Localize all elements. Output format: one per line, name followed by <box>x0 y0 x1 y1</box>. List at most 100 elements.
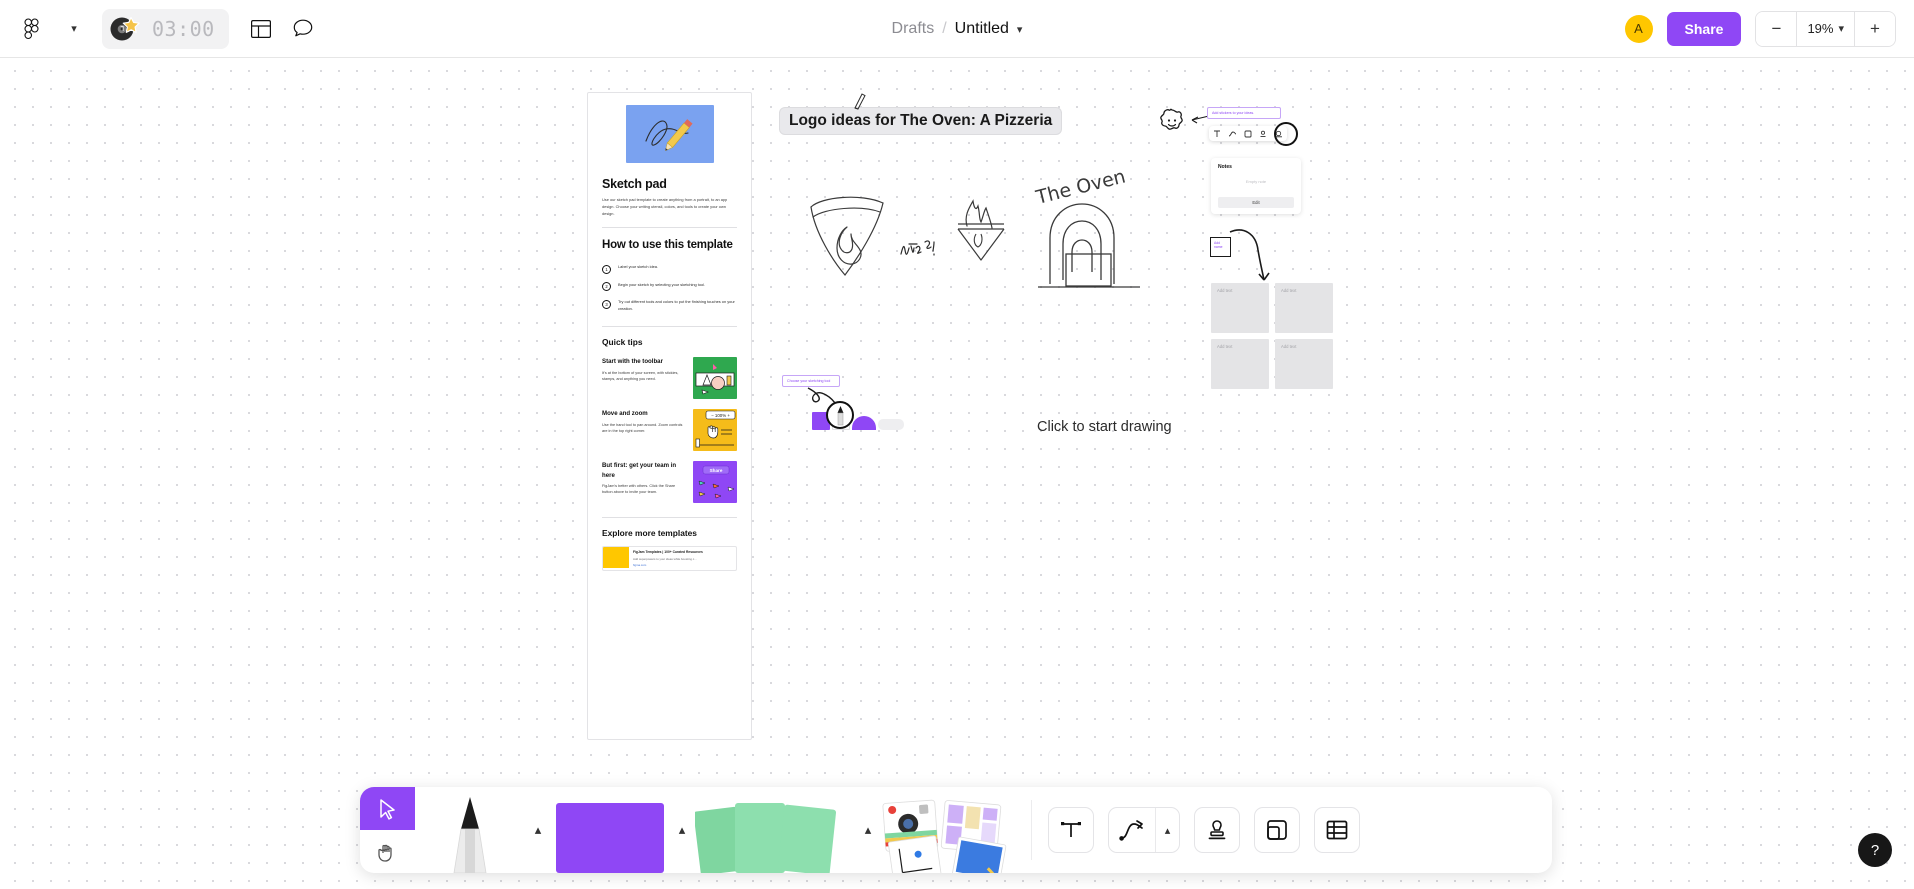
table-icon[interactable] <box>1314 807 1360 853</box>
notes-widget-empty-state: Empty note <box>1245 179 1267 184</box>
tip-title: But first: get your team in here <box>602 462 677 479</box>
music-timer-pill[interactable]: 03:00 <box>102 8 229 49</box>
connector-options-chevron-up-icon[interactable]: ▴ <box>1155 808 1179 852</box>
stickers-photos-icon[interactable] <box>881 787 1021 873</box>
notes-widget[interactable]: Notes Empty note Edit <box>1211 158 1301 214</box>
zoom-level-value: 19% <box>1807 21 1834 36</box>
divider <box>602 326 737 328</box>
sketchpad-template-card[interactable]: Sketch pad Use our sketch pad template t… <box>587 92 752 740</box>
sticky-options-chevron-up-icon[interactable]: ▴ <box>669 787 695 873</box>
mini-connector-icon[interactable] <box>1228 125 1237 143</box>
figma-logo-icon[interactable] <box>12 9 52 49</box>
breadcrumb-chevron-down-icon[interactable]: ▾ <box>1017 23 1023 36</box>
sketchpad-hero-image <box>625 105 714 163</box>
list-item: 3 Try out different tools and colors to … <box>602 299 737 312</box>
zoom-controls: − 19% ▾ + <box>1755 10 1896 47</box>
link-thumbnail <box>603 547 629 569</box>
zoom-level-dropdown[interactable]: 19% ▾ <box>1796 11 1855 46</box>
sticky-note-icon[interactable] <box>551 787 669 873</box>
list-item: 2 Begin your sketch by selecting your sk… <box>602 282 737 292</box>
link-url[interactable]: figma.com <box>633 563 732 567</box>
tip-title: Start with the toolbar <box>602 358 663 366</box>
widget-icon[interactable] <box>1254 807 1300 853</box>
step-text: Begin your sketch by selecting your sket… <box>618 281 706 287</box>
zoom-in-button[interactable]: + <box>1855 11 1895 46</box>
notes-edit-button[interactable]: Edit <box>1218 197 1294 208</box>
pen-cursor-icon <box>854 93 866 110</box>
tip-description: FigJam's better with others. Click the S… <box>602 483 676 495</box>
toolbar-divider <box>1031 800 1032 860</box>
mini-text-icon[interactable] <box>1213 125 1221 143</box>
sketch-flame-triangle <box>957 199 1005 261</box>
svg-text:− 100% +: − 100% + <box>711 413 730 418</box>
zoom-out-button[interactable]: − <box>1756 11 1797 46</box>
shapes-icon[interactable] <box>695 787 855 873</box>
breadcrumb-separator: / <box>942 20 947 37</box>
tip-description: Use the hand tool to pan around. Zoom co… <box>602 422 683 434</box>
list-item: But first: get your team in here FigJam'… <box>602 461 737 504</box>
grid-card[interactable]: Add text <box>1275 339 1333 389</box>
notes-widget-title: Notes <box>1218 164 1232 170</box>
list-item: Start with the toolbar It's at the botto… <box>602 357 737 400</box>
layout-panel-icon[interactable] <box>241 9 281 49</box>
hand-pan-icon[interactable] <box>360 830 415 873</box>
mini-shape-icon[interactable] <box>1244 125 1252 143</box>
tip-thumbnail-toolbar <box>693 357 737 400</box>
link-description: Add superpowers to your ideas while boos… <box>633 556 697 561</box>
timer-value: 03:00 <box>152 16 215 41</box>
mini-stamp-icon[interactable] <box>1259 125 1267 143</box>
sketchpad-title: Sketch pad <box>602 177 667 191</box>
topbar-left-group: ▾ 03:00 <box>0 8 323 49</box>
sketch-pizza-slice <box>810 196 884 276</box>
step-number: 1 <box>602 264 611 274</box>
purple-dome-sticker[interactable] <box>852 416 876 430</box>
gray-pill-sticker[interactable] <box>878 419 904 430</box>
step-number: 3 <box>602 299 611 309</box>
music-star-icon <box>108 14 146 44</box>
menu-chevron-down-icon[interactable]: ▾ <box>54 9 94 49</box>
list-item: Move and zoom Use the hand tool to pan a… <box>602 409 737 452</box>
annotation-add-stickers: Add stickers to your ideas. <box>1207 107 1281 119</box>
connector-tool-group: ▴ <box>1108 807 1180 853</box>
cursor-tool-group <box>360 787 415 873</box>
top-toolbar: ▾ 03:00 Drafts / Untitled ▾ A Share − 19… <box>0 0 1914 58</box>
curved-arrow-icon <box>1229 229 1270 281</box>
divider <box>602 227 737 229</box>
svg-text:Share: Share <box>710 468 723 473</box>
board-title-text[interactable]: Logo ideas for The Oven: A Pizzeria <box>780 108 1062 134</box>
step-text: Label your sketch idea. <box>618 264 659 270</box>
zoom-chevron-down-icon: ▾ <box>1838 23 1844 35</box>
share-button[interactable]: Share <box>1666 11 1742 46</box>
tip-title: Move and zoom <box>602 410 648 418</box>
step-number: 2 <box>602 282 611 292</box>
tip-thumbnail-share: Share <box>693 461 737 504</box>
shapes-options-chevron-up-icon[interactable]: ▴ <box>855 787 881 873</box>
stamp-icon[interactable] <box>1194 807 1240 853</box>
breadcrumb-drafts[interactable]: Drafts <box>892 20 935 38</box>
grid-card[interactable]: Add text <box>1275 283 1333 333</box>
page-title[interactable]: Untitled <box>955 20 1009 38</box>
grid-card[interactable]: Add text <box>1211 283 1269 333</box>
pen-options-chevron-up-icon[interactable]: ▴ <box>525 787 551 873</box>
flower-sticker-icon[interactable] <box>1158 108 1186 136</box>
bottom-toolbar: ▴ ▴ ▴ ▴ <box>360 787 1552 873</box>
connector-arrow-icon[interactable] <box>1109 808 1155 852</box>
text-tool-icon[interactable] <box>1048 807 1094 853</box>
highlighted-pen-icon <box>837 406 844 426</box>
sketchpad-intro: Use our sketch pad template to create an… <box>602 197 728 216</box>
help-button[interactable]: ? <box>1858 833 1892 867</box>
cursor-arrow-icon[interactable] <box>360 787 415 830</box>
card-grid: Add text Add text Add text Add text <box>1211 283 1333 389</box>
figjam-window: ▾ 03:00 Drafts / Untitled ▾ A Share − 19… <box>0 0 1914 889</box>
canvas-hint-text: Click to start drawing <box>1037 419 1172 435</box>
sketchpad-steps: 1 Label your sketch idea. 2 Begin your s… <box>602 264 737 312</box>
template-link-card[interactable]: FigJam Templates | 100+ Curated Resource… <box>602 546 737 571</box>
avatar[interactable]: A <box>1624 14 1653 43</box>
explore-templates-title: Explore more templates <box>602 528 697 539</box>
comment-bubble-icon[interactable] <box>283 9 323 49</box>
link-title: FigJam Templates | 100+ Curated Resource… <box>633 550 703 555</box>
tip-description: It's at the bottom of your screen, with … <box>602 370 679 382</box>
marker-pen-icon[interactable] <box>415 787 525 873</box>
grid-card[interactable]: Add text <box>1211 339 1269 389</box>
step-text: Try out different tools and colors to pu… <box>618 299 735 311</box>
